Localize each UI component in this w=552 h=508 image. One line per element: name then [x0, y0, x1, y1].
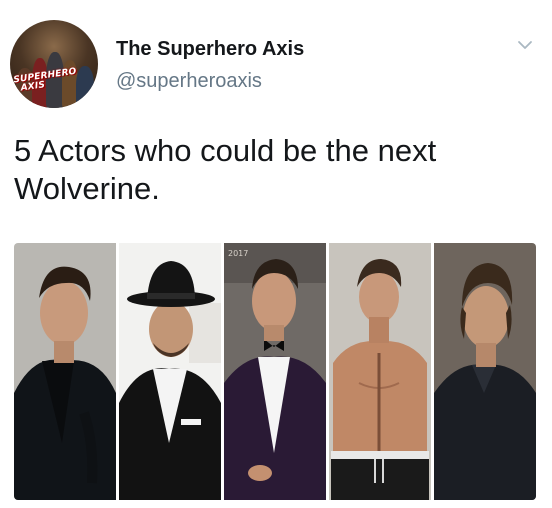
tweet-media-collage[interactable]: 2017: [14, 243, 536, 500]
actor-photo-5[interactable]: [434, 243, 536, 500]
actor-photo-4[interactable]: [329, 243, 431, 500]
actor-photo-2-image: [119, 243, 221, 500]
actor-photo-4-image: [329, 243, 431, 500]
actor-photo-5-image: [434, 243, 536, 500]
actor-photo-3[interactable]: 2017: [224, 243, 326, 500]
display-name[interactable]: The Superhero Axis: [116, 38, 304, 61]
tweet-card: SUPERHERO AXIS The Superhero Axis @super…: [0, 0, 552, 508]
chevron-down-icon[interactable]: [516, 36, 534, 54]
actor-photo-2[interactable]: [119, 243, 221, 500]
avatar[interactable]: SUPERHERO AXIS: [10, 20, 98, 108]
actor-photo-3-image: [224, 243, 326, 500]
avatar-figure: [76, 66, 94, 108]
actor-photo-1-image: [14, 243, 116, 500]
tweet-text: 5 Actors who could be the next Wolverine…: [14, 133, 437, 206]
photo-watermark-text: 2017: [228, 249, 249, 258]
actor-photo-1[interactable]: [14, 243, 116, 500]
user-handle[interactable]: @superheroaxis: [116, 70, 262, 93]
